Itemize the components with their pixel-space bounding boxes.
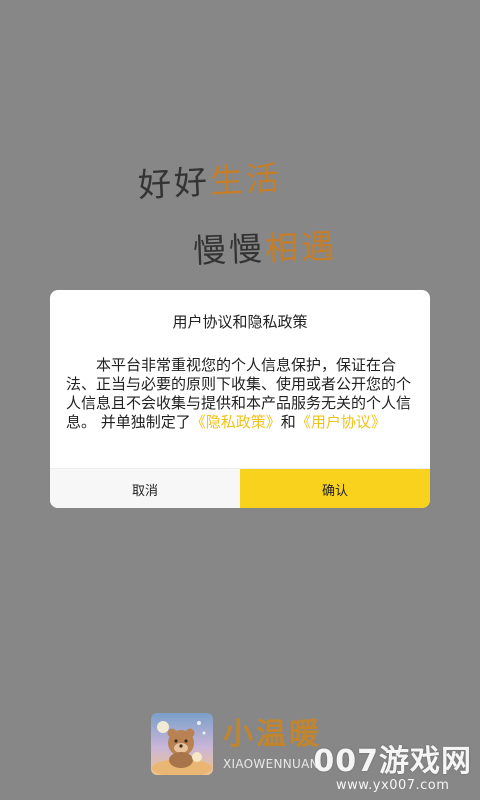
watermark-main-text: 007游戏网 [313, 744, 472, 779]
app-name: 小温暖 [223, 717, 322, 752]
slogan-line-1: 好好生活 [137, 158, 283, 204]
dialog-title: 用户协议和隐私政策 [172, 313, 308, 331]
slogan-1-accent-text: 生活 [208, 158, 283, 201]
dialog-body-connector: 和 [280, 413, 296, 431]
app-brand: 小温暖 XIAOWENNUAN [151, 713, 322, 775]
slogan-line-2: 慢慢相遇 [192, 226, 338, 271]
slogan-2-dark-text: 慢慢 [192, 229, 266, 271]
dialog-button-bar: 取消 确认 [50, 468, 430, 508]
confirm-button[interactable]: 确认 [240, 469, 430, 508]
dialog-body: 本平台非常重视您的个人信息保护，保证在合法、正当与必要的原则下收集、使用或者公开… [66, 356, 411, 432]
cancel-button[interactable]: 取消 [50, 469, 240, 508]
site-watermark: 007游戏网 www.yx007.com [313, 746, 472, 794]
app-logo-icon [151, 713, 213, 775]
app-brand-text: 小温暖 XIAOWENNUAN [223, 717, 322, 771]
slogan-2-accent-text: 相遇 [264, 226, 338, 268]
slogan-1-dark-text: 好好 [137, 162, 212, 205]
privacy-agreement-dialog: 用户协议和隐私政策 本平台非常重视您的个人信息保护，保证在合法、正当与必要的原则… [50, 290, 430, 508]
privacy-policy-link[interactable]: 《隐私政策》 [191, 413, 281, 431]
watermark-url-text: www.yx007.com [335, 778, 450, 793]
app-name-latin: XIAOWENNUAN [223, 757, 319, 771]
user-agreement-link[interactable]: 《用户协议》 [296, 413, 386, 431]
